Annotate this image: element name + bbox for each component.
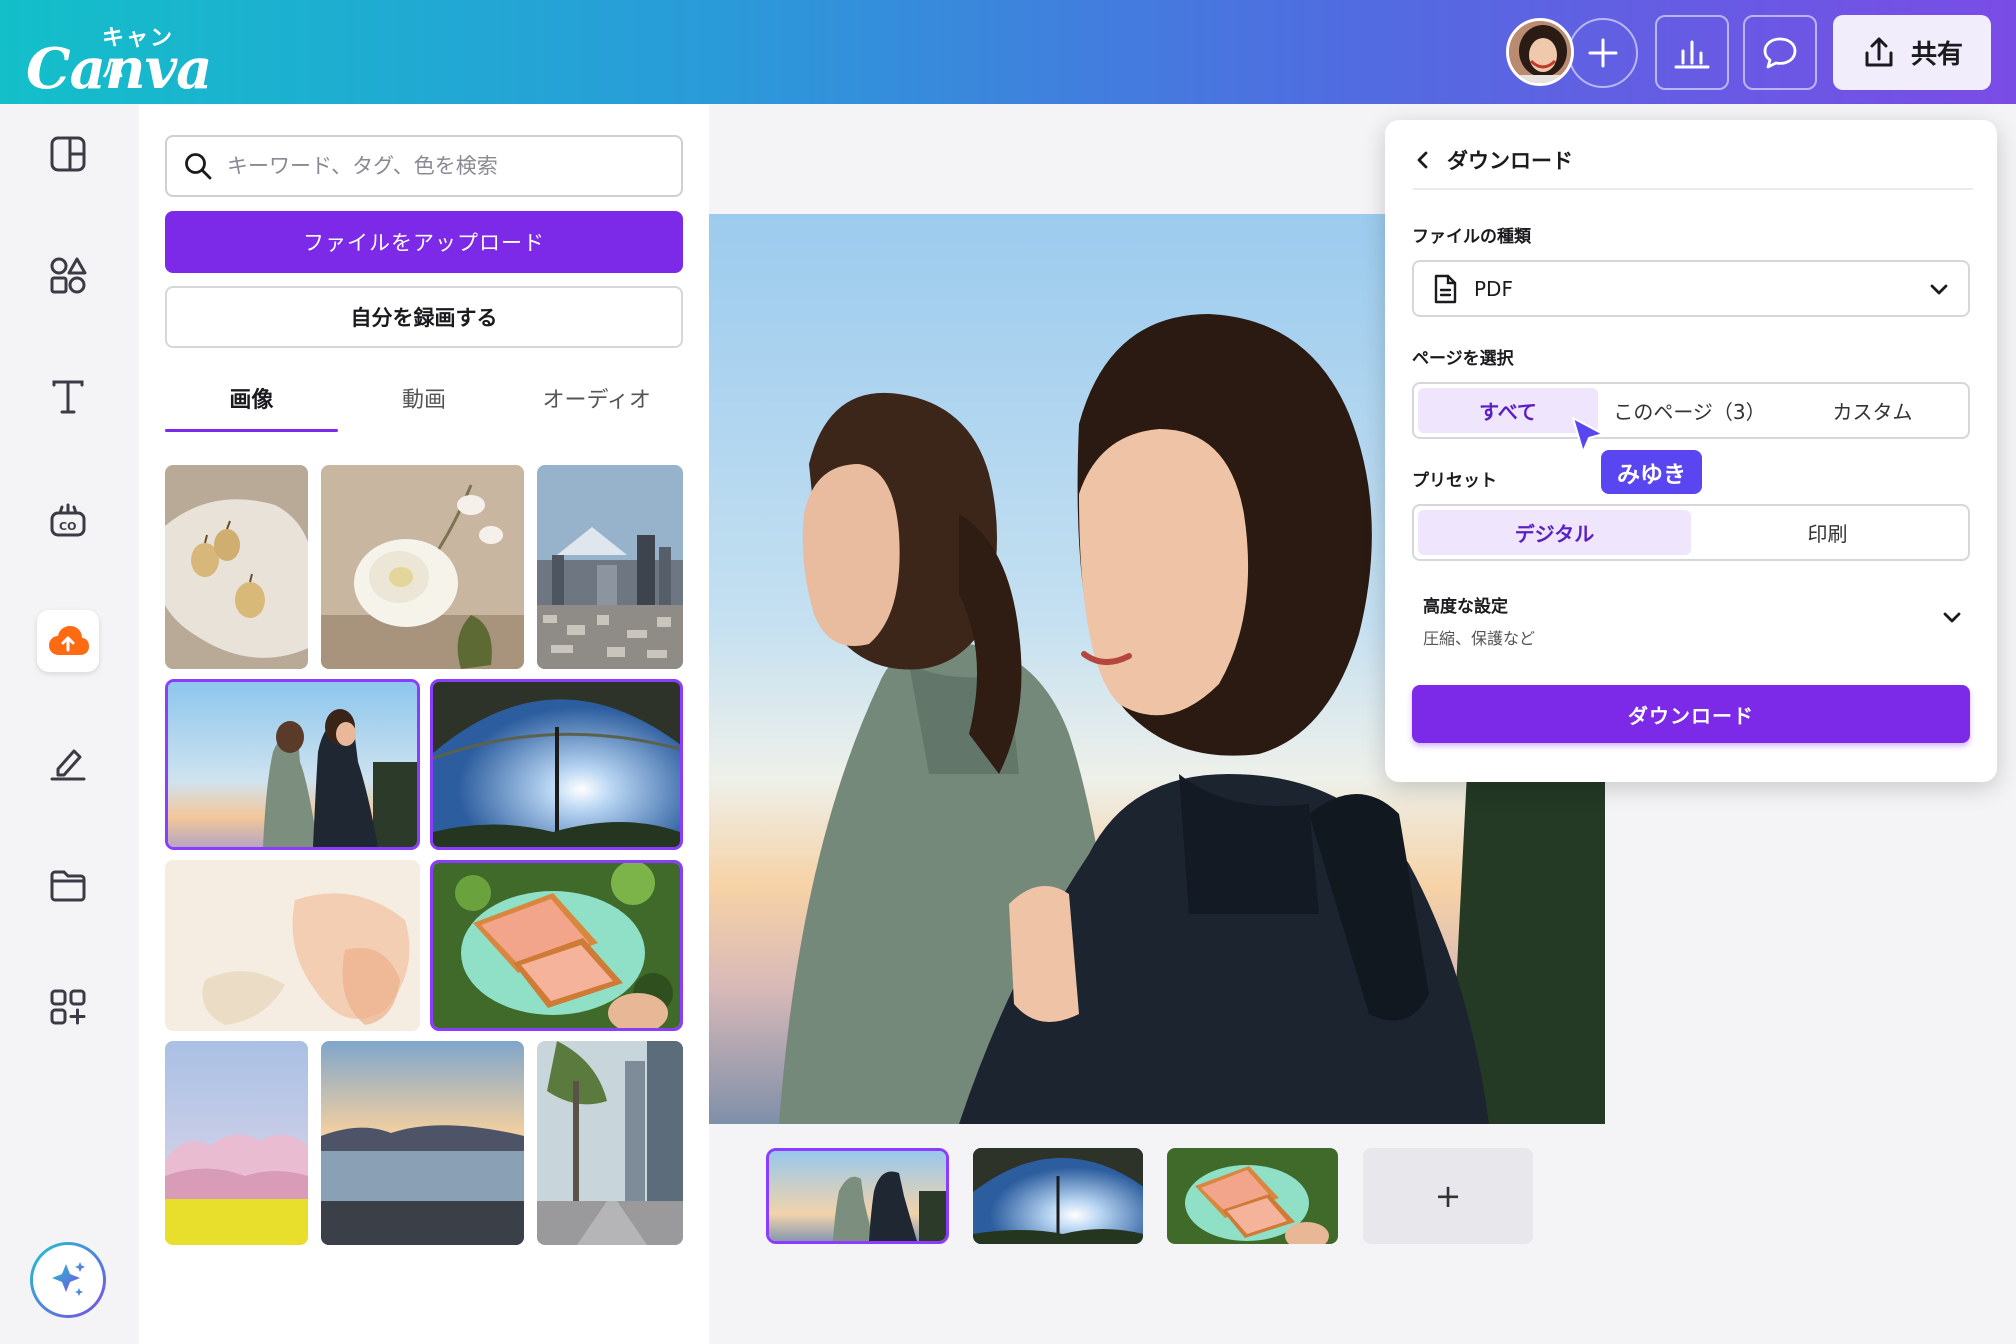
upload-thumb-pears[interactable] bbox=[165, 465, 308, 669]
rail-elements[interactable] bbox=[37, 244, 99, 306]
layout-icon bbox=[50, 136, 86, 172]
page-thumb-2[interactable] bbox=[973, 1148, 1143, 1244]
top-bar: キャンバ Canva 共有 bbox=[0, 0, 2016, 104]
upload-thumb-peony[interactable] bbox=[321, 465, 524, 669]
canva-logo[interactable]: キャンバ Canva bbox=[26, 14, 212, 102]
file-type-select[interactable]: PDF bbox=[1412, 260, 1970, 317]
search-box[interactable] bbox=[165, 135, 683, 197]
text-icon bbox=[52, 380, 84, 414]
tab-audio[interactable]: オーディオ bbox=[510, 374, 683, 432]
uploads-panel: ファイルをアップロード 自分を録画する 画像 動画 オーディオ bbox=[139, 104, 709, 1344]
add-page-button[interactable]: + bbox=[1363, 1148, 1533, 1244]
rail-brand[interactable]: CO bbox=[37, 488, 99, 550]
rail-design[interactable] bbox=[37, 123, 99, 185]
pages-label: ページを選択 bbox=[1412, 349, 1514, 369]
share-label: 共有 bbox=[1910, 40, 1963, 70]
preset-segmented-control: デジタル 印刷 bbox=[1412, 504, 1970, 561]
preset-option-print[interactable]: 印刷 bbox=[1691, 510, 1964, 555]
draw-icon bbox=[50, 749, 86, 781]
rail-draw[interactable] bbox=[37, 732, 99, 794]
magic-sparkle-icon bbox=[52, 1262, 85, 1296]
document-icon bbox=[1434, 274, 1457, 303]
advanced-settings[interactable]: 高度な設定 圧縮、保護など bbox=[1423, 592, 1963, 652]
rail-projects[interactable] bbox=[37, 854, 99, 916]
search-input[interactable] bbox=[227, 154, 667, 178]
rail-apps[interactable] bbox=[37, 976, 99, 1038]
upload-thumb-toast[interactable] bbox=[430, 860, 683, 1031]
comment-icon bbox=[1763, 37, 1797, 68]
add-collaborator-button[interactable] bbox=[1568, 18, 1638, 88]
advanced-settings-subtitle: 圧縮、保護など bbox=[1423, 629, 1536, 648]
rail-uploads[interactable] bbox=[37, 610, 99, 672]
elements-icon bbox=[50, 257, 87, 294]
magic-button[interactable] bbox=[30, 1242, 106, 1318]
file-type-value: PDF bbox=[1474, 276, 1513, 301]
plus-icon bbox=[1588, 38, 1618, 68]
tab-images[interactable]: 画像 bbox=[165, 374, 338, 432]
apps-icon bbox=[50, 989, 86, 1025]
chevron-down-icon bbox=[1943, 612, 1961, 623]
logo-wordmark: Canva bbox=[26, 36, 212, 102]
chevron-left-icon[interactable] bbox=[1413, 150, 1433, 170]
share-button[interactable]: 共有 bbox=[1833, 15, 1991, 90]
user-avatar[interactable] bbox=[1506, 18, 1574, 86]
media-tabs: 画像 動画 オーディオ bbox=[165, 374, 683, 432]
upload-files-button[interactable]: ファイルをアップロード bbox=[165, 211, 683, 273]
insights-button[interactable] bbox=[1655, 15, 1729, 90]
page-thumb-3[interactable] bbox=[1167, 1148, 1338, 1244]
preset-option-digital[interactable]: デジタル bbox=[1418, 510, 1691, 555]
advanced-settings-title: 高度な設定 bbox=[1423, 597, 1508, 617]
svg-text:CO: CO bbox=[59, 520, 76, 533]
analytics-icon bbox=[1674, 40, 1710, 68]
pages-segmented-control: すべて このページ（3） カスタム bbox=[1412, 382, 1970, 439]
upload-thumb-street[interactable] bbox=[537, 1041, 683, 1245]
folder-icon bbox=[50, 870, 86, 902]
upload-thumb-umbrella[interactable] bbox=[430, 679, 683, 850]
uploads-icon bbox=[49, 626, 89, 655]
pages-option-this-page[interactable]: このページ（3） bbox=[1598, 388, 1781, 433]
download-header: ダウンロード bbox=[1413, 146, 1973, 190]
download-title: ダウンロード bbox=[1447, 149, 1573, 173]
tab-videos[interactable]: 動画 bbox=[338, 374, 511, 432]
download-button[interactable]: ダウンロード bbox=[1412, 685, 1970, 743]
upload-thumb-sakura[interactable] bbox=[165, 1041, 308, 1245]
collaborator-cursor-icon bbox=[1572, 417, 1604, 453]
page-thumb-1[interactable] bbox=[766, 1148, 949, 1244]
file-type-label: ファイルの種類 bbox=[1412, 227, 1531, 247]
record-yourself-button[interactable]: 自分を録画する bbox=[165, 286, 683, 348]
brand-icon: CO bbox=[50, 503, 86, 537]
upload-thumb-watercolor[interactable] bbox=[165, 860, 420, 1031]
search-icon bbox=[185, 153, 212, 180]
collaborator-name-tag: みゆき bbox=[1601, 450, 1702, 494]
upload-thumb-beach[interactable] bbox=[321, 1041, 524, 1245]
upload-thumb-tokyo[interactable] bbox=[537, 465, 683, 669]
chevron-down-icon bbox=[1930, 284, 1948, 294]
pages-option-custom[interactable]: カスタム bbox=[1781, 388, 1964, 433]
preset-label: プリセット bbox=[1412, 471, 1497, 491]
rail-text[interactable] bbox=[37, 366, 99, 428]
left-rail: CO bbox=[0, 104, 139, 1344]
upload-thumb-hikers[interactable] bbox=[165, 679, 420, 850]
share-icon bbox=[1865, 37, 1893, 66]
comments-button[interactable] bbox=[1743, 15, 1817, 90]
